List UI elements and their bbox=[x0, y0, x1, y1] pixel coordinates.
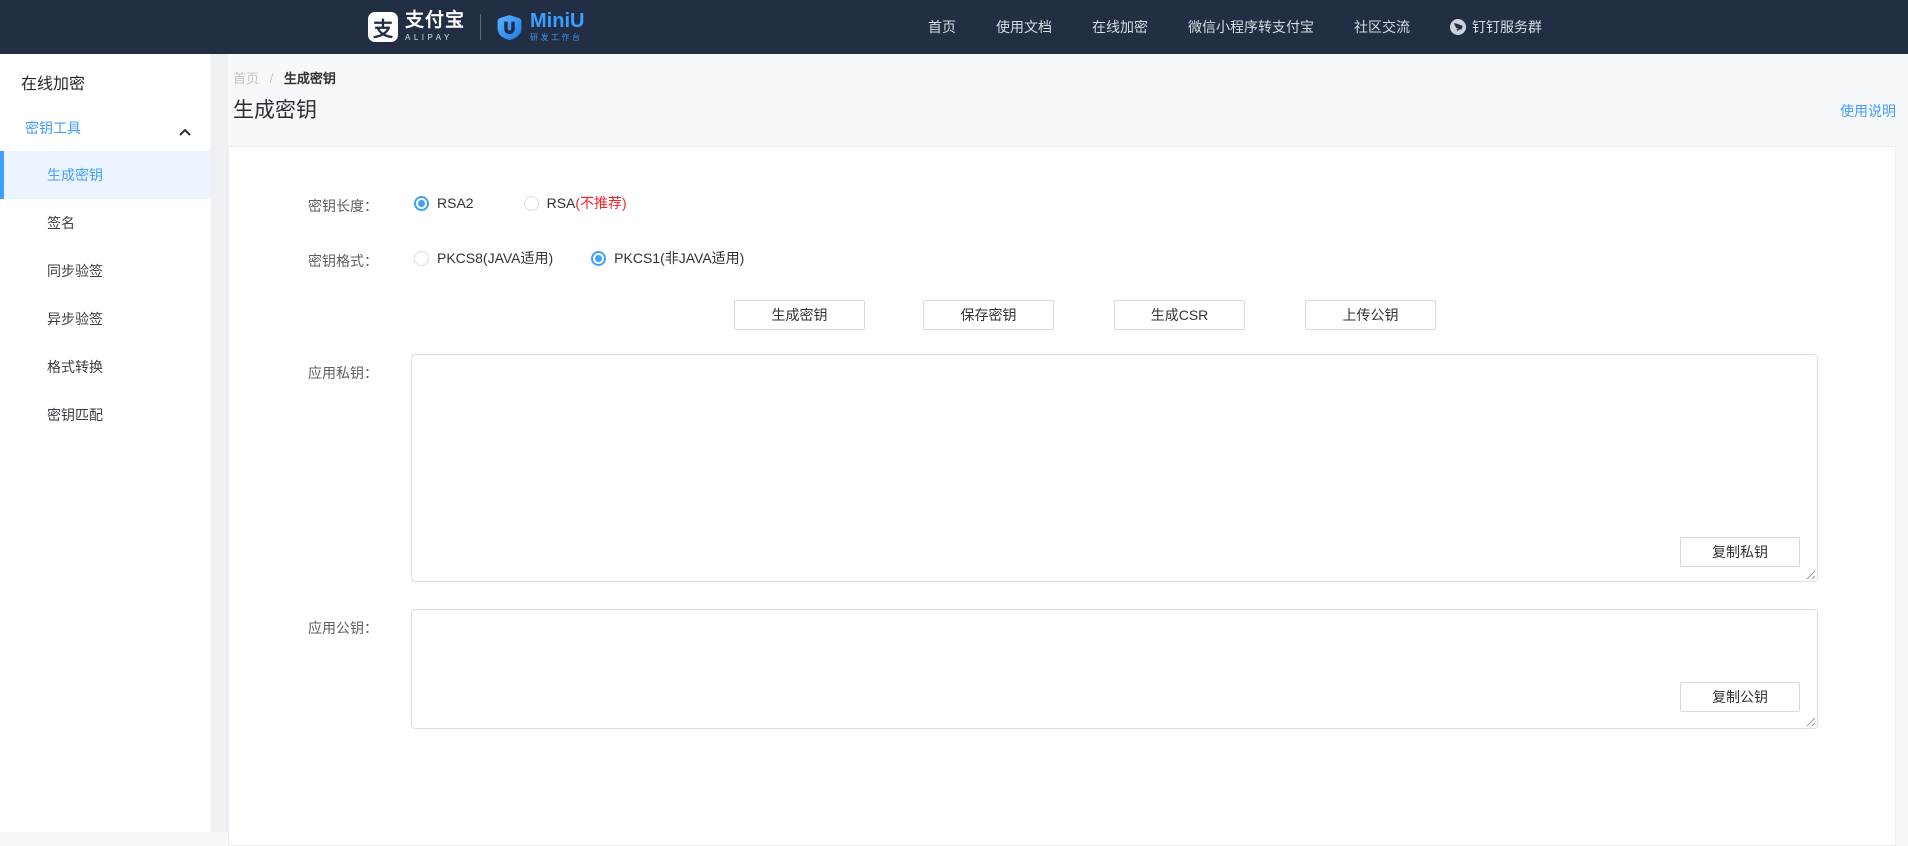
sidebar-group-key-tools[interactable]: 密钥工具 bbox=[25, 118, 81, 138]
dingtalk-icon bbox=[1450, 19, 1466, 35]
sidebar-item-label: 格式转换 bbox=[47, 357, 103, 377]
radio-pkcs8-label: PKCS8(JAVA适用) bbox=[437, 248, 553, 268]
private-key-label: 应用私钥： bbox=[229, 363, 378, 383]
nav-item-wechat-convert[interactable]: 微信小程序转支付宝 bbox=[1188, 17, 1314, 37]
breadcrumb: 首页 / 生成密钥 bbox=[233, 68, 336, 87]
generate-csr-button[interactable]: 生成CSR bbox=[1114, 300, 1245, 330]
miniu-wordmark: MiniU 研发工作台 bbox=[530, 11, 584, 43]
sidebar-item-sync-verify[interactable]: 同步验签 bbox=[0, 247, 210, 295]
nav-item-home[interactable]: 首页 bbox=[928, 17, 956, 37]
radio-rsa2-label: RSA2 bbox=[437, 195, 474, 211]
sidebar: 在线加密 密钥工具 生成密钥 签名 同步验签 异步验签 格式转换 密钥匹配 bbox=[0, 54, 210, 832]
nav-item-online-encrypt-label: 在线加密 bbox=[1092, 17, 1148, 37]
alipay-name: 支付宝 bbox=[405, 11, 465, 31]
radio-pkcs1[interactable]: PKCS1(非JAVA适用) bbox=[591, 248, 744, 268]
top-navigation-bar: 支 支付宝 ALIPAY MiniU 研发工作台 首页 使用文档 bbox=[0, 0, 1908, 54]
nav-item-docs-label: 使用文档 bbox=[996, 17, 1052, 37]
miniu-name: MiniU bbox=[530, 11, 584, 31]
radio-pkcs8[interactable]: PKCS8(JAVA适用) bbox=[414, 248, 553, 268]
nav-item-dingtalk-label: 钉钉服务群 bbox=[1472, 17, 1542, 37]
public-key-textarea-wrap: 复制公钥 bbox=[411, 609, 1818, 729]
radio-rsa-label: RSA(不推荐) bbox=[547, 193, 627, 213]
sidebar-item-label: 密钥匹配 bbox=[47, 405, 103, 425]
sidebar-item-label: 同步验签 bbox=[47, 261, 103, 281]
alipay-glyph: 支 bbox=[373, 13, 393, 42]
key-length-radio-group: RSA2 RSA(不推荐) bbox=[414, 193, 627, 213]
alipay-wordmark: 支付宝 ALIPAY bbox=[405, 11, 465, 43]
key-tool-form-panel: 密钥长度： RSA2 RSA(不推荐) 密钥格式： PKCS8(JAVA适用) … bbox=[228, 146, 1896, 846]
radio-rsa-text: RSA bbox=[547, 195, 576, 211]
usage-help-link[interactable]: 使用说明 bbox=[1840, 101, 1896, 121]
key-format-label: 密钥格式： bbox=[229, 251, 378, 271]
copy-public-key-button[interactable]: 复制公钥 bbox=[1680, 682, 1800, 712]
generate-key-button[interactable]: 生成密钥 bbox=[734, 300, 865, 330]
nav-item-home-label: 首页 bbox=[928, 17, 956, 37]
key-format-radio-group: PKCS8(JAVA适用) PKCS1(非JAVA适用) bbox=[414, 248, 744, 268]
alipay-logo-icon: 支 bbox=[368, 12, 398, 42]
sidebar-item-label: 异步验签 bbox=[47, 309, 103, 329]
radio-pkcs1-label: PKCS1(非JAVA适用) bbox=[614, 248, 744, 268]
private-key-textarea-wrap: 复制私钥 bbox=[411, 354, 1818, 582]
copy-private-key-button[interactable]: 复制私钥 bbox=[1680, 537, 1800, 567]
radio-circle-icon bbox=[524, 196, 539, 211]
alipay-sub: ALIPAY bbox=[405, 33, 465, 43]
breadcrumb-current: 生成密钥 bbox=[284, 71, 336, 86]
radio-circle-icon bbox=[414, 196, 429, 211]
public-key-textarea[interactable] bbox=[412, 610, 1817, 728]
radio-circle-icon bbox=[414, 251, 429, 266]
brand-logos: 支 支付宝 ALIPAY MiniU 研发工作台 bbox=[368, 0, 584, 54]
sidebar-item-key-match[interactable]: 密钥匹配 bbox=[0, 391, 210, 439]
radio-rsa2[interactable]: RSA2 bbox=[414, 195, 474, 211]
top-nav-menu: 首页 使用文档 在线加密 微信小程序转支付宝 社区交流 钉钉服务群 bbox=[928, 0, 1542, 54]
brand-separator bbox=[480, 14, 481, 40]
miniu-sub: 研发工作台 bbox=[530, 33, 584, 43]
sidebar-item-generate-key[interactable]: 生成密钥 bbox=[0, 151, 210, 199]
sidebar-item-label: 生成密钥 bbox=[47, 165, 103, 185]
sidebar-menu: 生成密钥 签名 同步验签 异步验签 格式转换 密钥匹配 bbox=[0, 151, 210, 439]
sidebar-content-divider bbox=[210, 54, 228, 832]
breadcrumb-home[interactable]: 首页 bbox=[233, 71, 259, 86]
nav-item-community[interactable]: 社区交流 bbox=[1354, 17, 1410, 37]
radio-rsa[interactable]: RSA(不推荐) bbox=[524, 193, 627, 213]
nav-item-dingtalk-group[interactable]: 钉钉服务群 bbox=[1450, 17, 1542, 37]
public-key-label: 应用公钥： bbox=[229, 618, 378, 638]
sidebar-item-label: 签名 bbox=[47, 213, 75, 233]
radio-circle-icon bbox=[591, 251, 606, 266]
page-title: 生成密钥 bbox=[233, 94, 317, 124]
sidebar-item-sign[interactable]: 签名 bbox=[0, 199, 210, 247]
not-recommended-note: (不推荐) bbox=[575, 195, 626, 211]
breadcrumb-separator: / bbox=[270, 71, 274, 86]
sidebar-item-format-convert[interactable]: 格式转换 bbox=[0, 343, 210, 391]
sidebar-title: 在线加密 bbox=[21, 70, 85, 94]
nav-item-online-encrypt[interactable]: 在线加密 bbox=[1092, 17, 1148, 37]
save-key-button[interactable]: 保存密钥 bbox=[923, 300, 1054, 330]
private-key-textarea[interactable] bbox=[412, 355, 1817, 581]
nav-item-community-label: 社区交流 bbox=[1354, 17, 1410, 37]
chevron-up-icon[interactable] bbox=[179, 123, 191, 141]
key-length-label: 密钥长度： bbox=[229, 196, 378, 216]
upload-public-key-button[interactable]: 上传公钥 bbox=[1305, 300, 1436, 330]
sidebar-item-async-verify[interactable]: 异步验签 bbox=[0, 295, 210, 343]
nav-item-docs[interactable]: 使用文档 bbox=[996, 17, 1052, 37]
nav-item-wechat-convert-label: 微信小程序转支付宝 bbox=[1188, 17, 1314, 37]
miniu-shield-icon bbox=[496, 14, 523, 41]
